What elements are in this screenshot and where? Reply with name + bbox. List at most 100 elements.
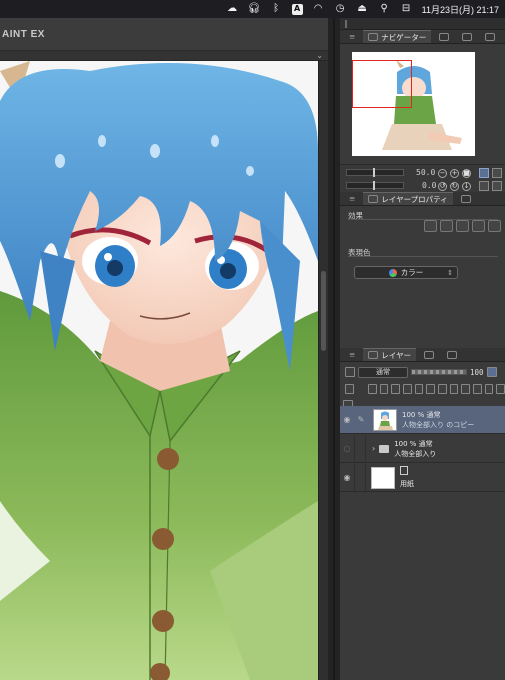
fit-view-icon[interactable]: ■ — [462, 169, 471, 178]
layer-color-toggle-icon[interactable] — [486, 367, 497, 377]
reset-rotation-icon[interactable]: ↓ — [462, 182, 471, 191]
eye-icon[interactable]: ◉ — [340, 415, 354, 424]
canvas-vertical-scrollbar[interactable] — [318, 61, 328, 680]
tab-menu-icon[interactable]: ≡ — [344, 30, 360, 43]
time-machine-icon[interactable]: ◷ — [334, 3, 347, 15]
tab-subview[interactable] — [434, 30, 454, 43]
menu-bar: ☁ 🎧︎ ᛒ A ◠ ◷ ⏏ ⚲ ⊟ 11月23日(月) 21:17 — [0, 0, 505, 18]
layer-row[interactable]: ◉ 用紙 — [340, 463, 505, 492]
reference-layer-icon[interactable] — [379, 384, 389, 394]
tone-effect-icon[interactable] — [456, 220, 469, 232]
history-icon — [424, 350, 435, 359]
zoom-slider[interactable] — [346, 168, 404, 177]
transfer-layer-icon[interactable] — [473, 384, 482, 394]
input-source-a-icon[interactable]: A — [291, 3, 303, 15]
layer-color-icon[interactable] — [472, 220, 485, 232]
flip-vertical-icon[interactable] — [479, 181, 489, 191]
watercolor-edge-icon[interactable] — [440, 220, 453, 232]
menubar-clock[interactable]: 11月23日(月) 21:17 — [422, 3, 499, 16]
tab-layer[interactable]: レイヤー — [363, 348, 417, 361]
opacity-value[interactable]: 100 — [470, 368, 484, 377]
paper-layer-icon — [400, 466, 408, 475]
enable-mask-icon[interactable] — [426, 384, 436, 394]
layer-blend-row: 通常 100 — [340, 365, 505, 379]
layer-property-panel: 効果 表現色 カラー ⇕ — [340, 206, 505, 341]
subview-icon — [439, 32, 450, 41]
rotate-left-icon[interactable]: ↺ — [438, 182, 447, 191]
extract-line-icon[interactable] — [488, 220, 501, 232]
layer-thumbnail-image — [374, 409, 396, 430]
headphones-icon[interactable]: 🎧︎ — [248, 3, 261, 15]
search-icon[interactable]: ⚲ — [378, 3, 391, 15]
layer-row[interactable]: ◉ ✎ 100 % 通常 人物全部入り のコピー — [340, 406, 505, 434]
new-vector-layer-icon[interactable] — [449, 384, 459, 394]
tab-menu-icon[interactable]: ≡ — [344, 192, 360, 205]
item-bank-icon — [462, 32, 473, 41]
lock-layer-icon[interactable] — [403, 384, 412, 394]
navigator-preview[interactable] — [352, 52, 475, 156]
drawing-canvas[interactable] — [0, 61, 318, 680]
folder-icon — [379, 444, 390, 453]
eye-hidden-icon[interactable]: ○ — [340, 444, 354, 453]
zoom-in-icon[interactable]: + — [450, 169, 459, 178]
rotation-slider[interactable] — [346, 181, 404, 190]
control-center-icon[interactable]: ⊟ — [400, 3, 413, 15]
flip-horizontal-icon[interactable] — [479, 168, 489, 178]
navigator-controls: 50.0 0.0 − + ■ ↺ ↻ ↓ — [340, 164, 505, 192]
eject-icon[interactable]: ⏏ — [356, 3, 369, 15]
opacity-slider[interactable] — [411, 369, 467, 375]
tab-item-bank[interactable] — [457, 30, 477, 43]
blend-mode-select[interactable]: 通常 — [358, 366, 408, 378]
color-mode-icon — [388, 268, 397, 277]
tab-navigator[interactable]: ナビゲーター — [363, 30, 432, 43]
layer-opacity-mode: 100 % 通常 — [394, 439, 433, 448]
tab-history[interactable] — [419, 348, 439, 361]
collapse-panel-icon[interactable]: ‖ — [344, 19, 348, 28]
eye-icon[interactable]: ◉ — [340, 473, 354, 482]
new-folder-icon[interactable] — [461, 384, 471, 394]
navigator-view-frame[interactable] — [352, 60, 412, 108]
navigator-tabbar: ≡ ナビゲーター — [340, 30, 505, 44]
chevron-down-icon[interactable]: ⌄ — [316, 51, 323, 60]
chevron-right-icon[interactable]: › — [372, 444, 375, 453]
cloud-upload-icon[interactable]: ☁ — [226, 3, 239, 15]
tab-layer-property[interactable]: レイヤープロパティ — [363, 192, 453, 205]
navigator-icon — [368, 33, 379, 41]
border-effect-icon[interactable] — [424, 220, 437, 232]
canvas-subbar: ⌄ — [0, 51, 328, 61]
layer-row[interactable]: ○ › 100 % 通常 人物全部入り — [340, 434, 505, 463]
edit-column — [354, 434, 366, 463]
effect-buttons — [424, 220, 501, 232]
delete-layer-icon[interactable] — [496, 384, 505, 394]
tab-menu-icon[interactable]: ≡ — [344, 348, 360, 361]
fit-window-icon[interactable] — [492, 168, 502, 178]
bluetooth-icon[interactable]: ᛒ — [270, 3, 283, 15]
rotation-value[interactable]: 0.0 — [422, 181, 436, 190]
layer-info: 100 % 通常 人物全部入り のコピー — [402, 410, 474, 430]
right-panels: ‖ ≡ ナビゲーター 50.0 0.0 − + ■ ↺ ↻ ↓ ≡ レイヤープロ… — [340, 18, 505, 680]
tab-auto-action[interactable] — [442, 348, 462, 361]
tab-search-layer[interactable] — [456, 192, 476, 205]
layer-tabbar: ≡ レイヤー — [340, 348, 505, 362]
layer-opacity-mode: 100 % 通常 — [402, 410, 441, 419]
zoom-out-icon[interactable]: − — [438, 169, 447, 178]
auto-action-icon — [447, 350, 458, 359]
layer-tools-row — [340, 382, 505, 396]
zoom-value[interactable]: 50.0 — [416, 168, 435, 177]
add-mask-icon[interactable] — [484, 384, 494, 394]
rotate-right-icon[interactable]: ↻ — [450, 182, 459, 191]
layer-mask-mode-icon[interactable] — [345, 367, 355, 377]
canvas-title-bar[interactable]: AINT EX — [0, 18, 328, 51]
new-raster-layer-icon[interactable] — [438, 384, 447, 394]
mirror-icon[interactable] — [492, 181, 502, 191]
draft-layer-icon[interactable] — [391, 384, 401, 394]
lock-transparency-icon[interactable] — [414, 384, 424, 394]
layer-settings-icon[interactable] — [345, 384, 354, 394]
expression-color-select[interactable]: カラー ⇕ — [354, 266, 458, 279]
tab-material[interactable] — [480, 30, 500, 43]
wifi-icon[interactable]: ◠ — [312, 3, 325, 15]
scrollbar-thumb[interactable] — [321, 271, 326, 351]
clip-to-layer-icon[interactable] — [368, 384, 377, 394]
layer-property-icon — [368, 195, 379, 203]
panel-divider[interactable] — [328, 18, 340, 680]
